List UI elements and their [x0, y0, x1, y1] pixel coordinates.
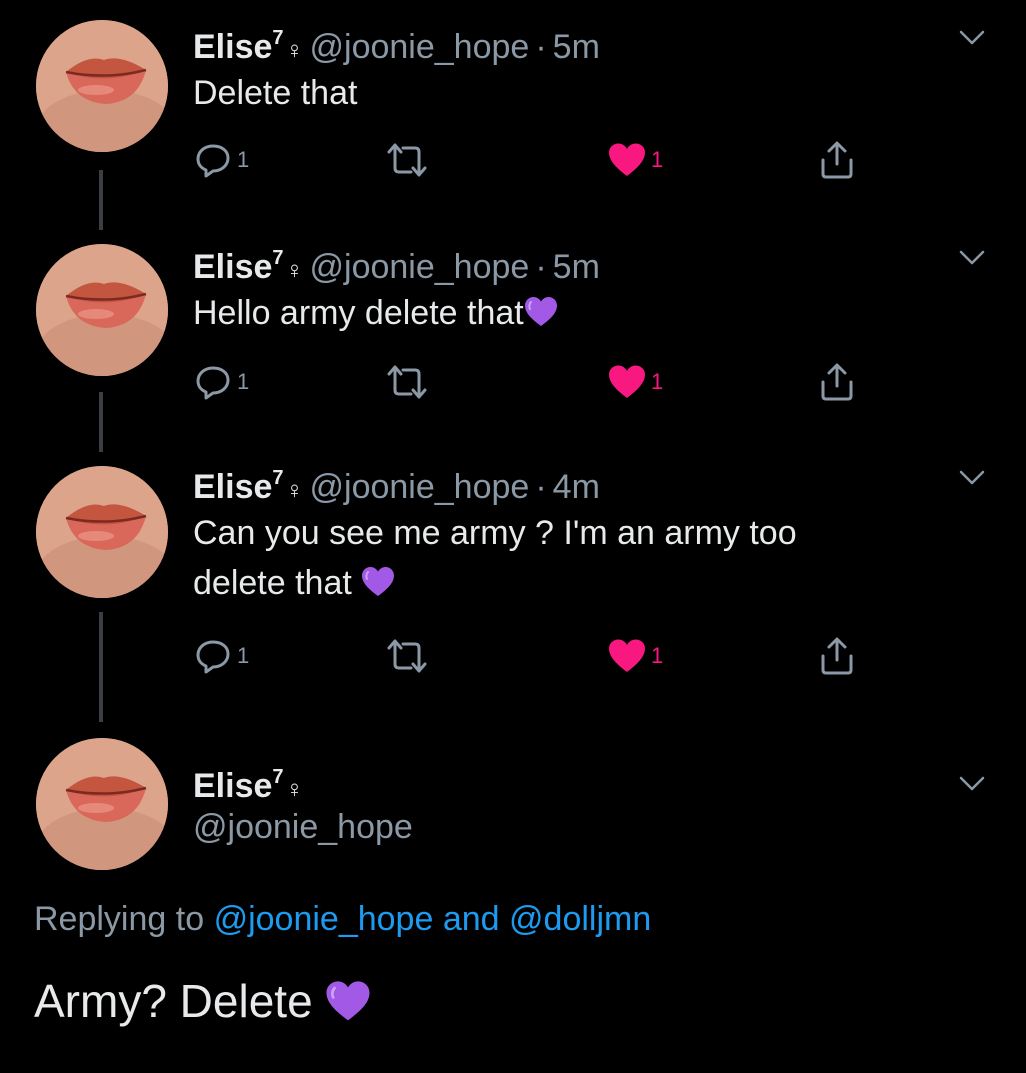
- tweet-text-content: Hello army delete that: [193, 294, 524, 332]
- tweet-header: Elise7♀ @joonie_hope · 5m: [193, 238, 600, 291]
- tweet-text-line: Can you see me army ? I'm an army too: [193, 514, 797, 552]
- author-name[interactable]: Elise: [193, 248, 272, 286]
- retweet-icon: [383, 636, 431, 676]
- author-name[interactable]: Elise: [193, 28, 272, 66]
- share-icon: [817, 140, 857, 180]
- author-handle[interactable]: @joonie_hope: [310, 28, 530, 66]
- heart-icon: [607, 142, 647, 178]
- author-symbol: ♀: [285, 776, 304, 803]
- mention-link[interactable]: @dolljmn: [509, 900, 651, 938]
- timestamp[interactable]: 4m: [553, 468, 600, 506]
- replying-to: Replying to @joonie_hope and @dolljmn: [34, 898, 651, 940]
- share-icon: [817, 362, 857, 402]
- separator-dot: ·: [535, 248, 547, 286]
- tweet-actions: 1 1: [193, 634, 873, 678]
- reply-count: 1: [237, 147, 250, 172]
- timestamp[interactable]: 5m: [553, 28, 600, 66]
- avatar[interactable]: [36, 466, 168, 598]
- separator-dot: ·: [535, 28, 547, 66]
- separator-dot: ·: [535, 468, 547, 506]
- share-icon: [817, 636, 857, 676]
- like-count: 1: [651, 147, 664, 172]
- avatar[interactable]: [36, 738, 168, 870]
- main-tweet-text: Army? Delete: [34, 972, 371, 1030]
- reply-count: 1: [237, 369, 250, 394]
- retweet-button[interactable]: [383, 360, 431, 404]
- chevron-down-icon[interactable]: [958, 468, 986, 488]
- like-button[interactable]: 1: [607, 634, 663, 678]
- author-handle[interactable]: @joonie_hope: [193, 806, 413, 848]
- author-handle[interactable]: @joonie_hope: [310, 468, 530, 506]
- avatar[interactable]: [36, 244, 168, 376]
- like-count: 1: [651, 643, 664, 668]
- tweet[interactable]: Elise7♀ @joonie_hope · 5m Delete that 1 1: [0, 0, 1026, 220]
- tweet-text-content: delete that: [193, 564, 362, 602]
- retweet-button[interactable]: [383, 634, 431, 678]
- share-button[interactable]: [817, 634, 857, 678]
- author-symbol: ♀: [285, 477, 304, 504]
- tweet-header: Elise7♀ @joonie_hope · 5m: [193, 18, 600, 71]
- purple-heart-emoji: [325, 980, 371, 1023]
- tweet[interactable]: Elise7♀ @joonie_hope · 5m Hello army delete…: [0, 222, 1026, 442]
- tweet-actions: 1 1: [193, 138, 873, 182]
- timestamp[interactable]: 5m: [553, 248, 600, 286]
- share-button[interactable]: [817, 360, 857, 404]
- like-button[interactable]: 1: [607, 360, 663, 404]
- tweet-text: Can you see me army ? I'm an army too de…: [193, 508, 973, 608]
- tweet-text-content: Delete that: [193, 74, 358, 112]
- purple-heart-emoji: [361, 566, 395, 598]
- tweet[interactable]: Elise7♀ @joonie_hope · 4m Can you see me ar…: [0, 442, 1026, 722]
- share-button[interactable]: [817, 138, 857, 182]
- reply-icon: [193, 362, 233, 402]
- author-name[interactable]: Elise: [193, 468, 272, 506]
- reply-icon: [193, 140, 233, 180]
- retweet-icon: [383, 362, 431, 402]
- retweet-button[interactable]: [383, 138, 431, 182]
- reply-button[interactable]: 1: [193, 138, 249, 182]
- reply-button[interactable]: 1: [193, 360, 249, 404]
- retweet-icon: [383, 140, 431, 180]
- author-handle[interactable]: @joonie_hope: [310, 248, 530, 286]
- chevron-down-icon[interactable]: [958, 248, 986, 268]
- avatar[interactable]: [36, 20, 168, 152]
- author-superscript: 7: [272, 247, 284, 269]
- tweet-text: Delete that: [193, 68, 973, 118]
- mention-link[interactable]: @joonie_hope: [214, 900, 434, 938]
- chevron-down-icon[interactable]: [958, 28, 986, 48]
- author-symbol: ♀: [285, 257, 304, 284]
- like-button[interactable]: 1: [607, 138, 663, 182]
- tweet-text-line: delete that: [193, 558, 973, 608]
- author-superscript: 7: [272, 467, 284, 489]
- author-symbol: ♀: [285, 37, 304, 64]
- heart-icon: [607, 638, 647, 674]
- replying-prefix: Replying to: [34, 900, 205, 938]
- reply-count: 1: [237, 643, 250, 668]
- tweet-text-content: Army? Delete: [34, 975, 326, 1027]
- author-name[interactable]: Elise: [193, 767, 272, 805]
- reply-button[interactable]: 1: [193, 634, 249, 678]
- replying-and: and: [442, 900, 500, 938]
- tweet-text: Hello army delete that: [193, 288, 973, 338]
- heart-icon: [607, 364, 647, 400]
- like-count: 1: [651, 369, 664, 394]
- tweet-actions: 1 1: [193, 360, 873, 404]
- purple-heart-emoji: [524, 296, 558, 328]
- author-superscript: 7: [272, 766, 284, 788]
- author-name-row: Elise7♀: [193, 756, 304, 811]
- author-superscript: 7: [272, 27, 284, 49]
- chevron-down-icon[interactable]: [958, 774, 986, 794]
- reply-icon: [193, 636, 233, 676]
- tweet-header: Elise7♀ @joonie_hope · 4m: [193, 458, 600, 511]
- main-tweet: Elise7♀ @joonie_hope Replying to @joonie…: [0, 722, 1026, 1073]
